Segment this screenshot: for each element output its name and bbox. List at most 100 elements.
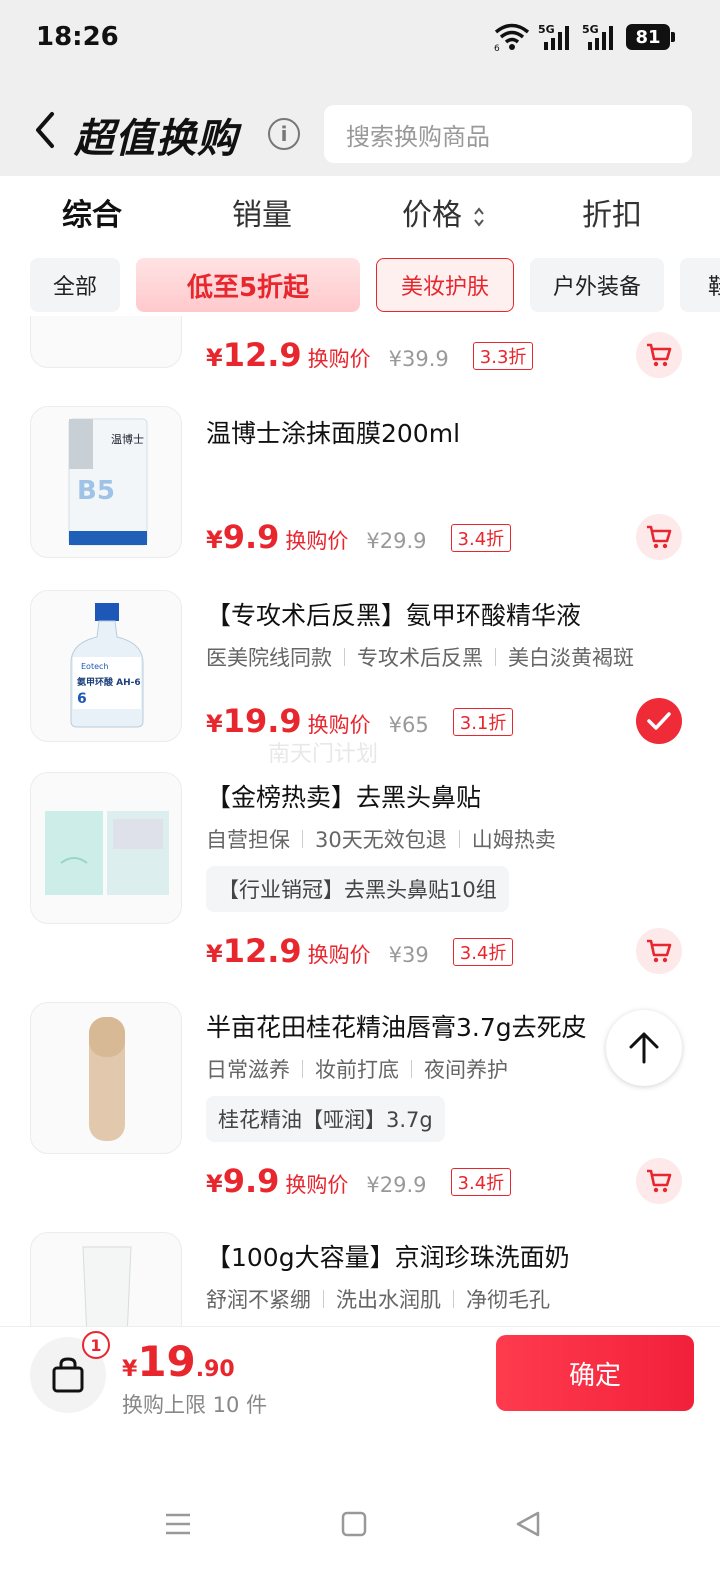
- exchange-price: 12.9: [222, 932, 302, 970]
- exchange-limit: 换购上限 10 件: [122, 1393, 268, 1417]
- system-nav-bar: [0, 1480, 720, 1584]
- price-label: 换购价: [307, 713, 371, 737]
- wifi-icon: 6: [494, 23, 530, 52]
- chip-all[interactable]: 全部: [30, 258, 120, 312]
- total-decimal: .90: [195, 1357, 235, 1382]
- currency-symbol: ¥: [206, 710, 223, 738]
- page-header: 超值换购 i 搜索换购商品: [0, 80, 720, 176]
- total-int: 19: [137, 1337, 196, 1386]
- list-item[interactable]: ¥12.9 换购价 ¥39.9 3.3折: [0, 316, 720, 406]
- discount-badge: 3.4折: [450, 524, 512, 552]
- add-to-cart-button[interactable]: [636, 514, 682, 560]
- cart-icon: [647, 343, 672, 367]
- exchange-price: 9.9: [222, 1162, 280, 1200]
- original-price: ¥29.9: [366, 529, 427, 553]
- tab-comprehensive[interactable]: 综合: [62, 190, 122, 234]
- confirm-button[interactable]: 确定: [496, 1335, 694, 1411]
- original-price: ¥39.9: [388, 347, 449, 371]
- product-tags: 医美院线同款 专攻术后反黑 美白淡黄褐斑: [206, 642, 634, 672]
- tag: 日常滋养: [206, 1058, 290, 1082]
- list-item[interactable]: 【100g大容量】京润珍珠洗面奶 舒润不紧绷 洗出水润肌 净彻毛孔: [0, 1232, 720, 1326]
- discount-badge: 3.4折: [452, 938, 514, 966]
- search-input[interactable]: 搜索换购商品: [324, 105, 692, 163]
- info-icon[interactable]: i: [268, 118, 300, 150]
- discount-badge: 3.1折: [452, 708, 514, 736]
- bag-count-badge: 1: [82, 1331, 110, 1359]
- b5-text: B5: [77, 476, 115, 506]
- product-tags: 舒润不紧绷 洗出水润肌 净彻毛孔: [206, 1284, 550, 1314]
- list-item[interactable]: 【金榜热卖】去黑头鼻贴 自营担保 30天无效包退 山姆热卖 【行业销冠】去黑头鼻…: [0, 772, 720, 982]
- add-to-cart-button[interactable]: [636, 1158, 682, 1204]
- signal-icon-1: 5G: [538, 23, 569, 50]
- cart-icon: [647, 939, 672, 963]
- cart-icon: [647, 1169, 672, 1193]
- exchange-price: 9.9: [222, 518, 280, 556]
- category-chips: 全部 低至5折起 美妆护肤 户外装备 鞋: [0, 256, 720, 316]
- tag: 山姆热卖: [471, 828, 556, 852]
- spec-chip[interactable]: 【行业销冠】去黑头鼻贴10组: [206, 866, 509, 912]
- tag: 洗出水润肌: [336, 1288, 441, 1312]
- nose-strip-image: [45, 811, 169, 895]
- price-row: ¥12.9 换购价 ¥39 3.4折: [206, 932, 514, 970]
- arrow-up-icon: [629, 1032, 659, 1064]
- status-bar: 18:26 6 5G 5G 81: [0, 0, 720, 80]
- tag: 美白淡黄褐斑: [508, 646, 634, 670]
- brand-text: 温博士: [111, 433, 144, 446]
- chip-shoes[interactable]: 鞋: [680, 258, 720, 312]
- signal-icon-2: 5G: [582, 23, 613, 50]
- home-icon[interactable]: [340, 1510, 368, 1538]
- exchange-price: 12.9: [222, 336, 302, 374]
- tab-price-label: 价格: [402, 198, 462, 233]
- tag: 妆前打底: [315, 1058, 399, 1082]
- watermark: 南天门计划: [268, 742, 379, 767]
- product-image: [30, 1232, 182, 1326]
- tag: 自营担保: [206, 828, 290, 852]
- add-to-cart-button[interactable]: [636, 332, 682, 378]
- product-name: 【金榜热卖】去黑头鼻贴: [206, 783, 482, 812]
- product-name: 【100g大容量】京润珍珠洗面奶: [206, 1243, 570, 1272]
- tab-discount[interactable]: 折扣: [582, 190, 642, 234]
- tab-sales[interactable]: 销量: [232, 190, 292, 234]
- add-to-cart-button[interactable]: [636, 928, 682, 974]
- product-image: Eotech 氨甲环酸 AH-6 6: [30, 590, 182, 742]
- currency-symbol: ¥: [206, 1170, 223, 1198]
- total-currency: ¥: [122, 1357, 138, 1382]
- selected-check-button[interactable]: [636, 698, 682, 744]
- product-image: 温博士 B5: [30, 406, 182, 558]
- price-row: ¥9.9 换购价 ¥29.9 3.4折: [206, 518, 512, 556]
- product-name: 【专攻术后反黑】氨甲环酸精华液: [206, 601, 582, 630]
- page-title: 超值换购: [74, 116, 238, 162]
- back-arrow-icon[interactable]: [30, 110, 60, 150]
- price-label: 换购价: [285, 1173, 349, 1197]
- discount-badge: 3.3折: [472, 342, 534, 370]
- serum-bottle-image: Eotech 氨甲环酸 AH-6 6: [70, 603, 144, 728]
- tag: 专攻术后反黑: [357, 646, 483, 670]
- tag: 夜间养护: [424, 1058, 508, 1082]
- tag: 30天无效包退: [315, 828, 447, 852]
- tab-price[interactable]: 价格: [402, 190, 486, 234]
- menu-icon[interactable]: [164, 1510, 192, 1538]
- chip-beauty[interactable]: 美妆护肤: [376, 258, 514, 312]
- currency-symbol: ¥: [206, 526, 223, 554]
- price-row: ¥19.9 换购价 ¥65 3.1折: [206, 702, 514, 740]
- product-list: ¥12.9 换购价 ¥39.9 3.3折 温博士 B5 温博士涂抹面膜200ml…: [0, 316, 720, 1326]
- original-price: ¥29.9: [366, 1173, 427, 1197]
- battery-indicator: 81: [626, 24, 675, 50]
- checkout-bar: 1 ¥ 19 .90 换购上限 10 件 确定: [0, 1326, 720, 1436]
- status-time: 18:26: [36, 22, 119, 52]
- original-price: ¥65: [388, 713, 429, 737]
- chip-half-price[interactable]: 低至5折起: [136, 258, 360, 312]
- list-item[interactable]: Eotech 氨甲环酸 AH-6 6 【专攻术后反黑】氨甲环酸精华液 医美院线同…: [0, 590, 720, 760]
- back-triangle-icon[interactable]: [514, 1510, 542, 1538]
- product-image: [30, 1002, 182, 1154]
- cleanser-tube-image: [82, 1246, 132, 1326]
- chip-outdoor[interactable]: 户外装备: [530, 258, 664, 312]
- product-name: 半亩花田桂花精油唇膏3.7g去死皮: [206, 1013, 587, 1042]
- list-item[interactable]: 温博士 B5 温博士涂抹面膜200ml ¥9.9 换购价 ¥29.9 3.4折: [0, 406, 720, 576]
- sort-arrows-icon: [473, 206, 484, 227]
- spec-chip[interactable]: 桂花精油【哑润】3.7g: [206, 1096, 445, 1142]
- shopping-bag-icon: [52, 1357, 84, 1393]
- price-label: 换购价: [285, 529, 349, 553]
- back-to-top-button[interactable]: [606, 1010, 682, 1086]
- signal-1-label: 5G: [538, 23, 555, 36]
